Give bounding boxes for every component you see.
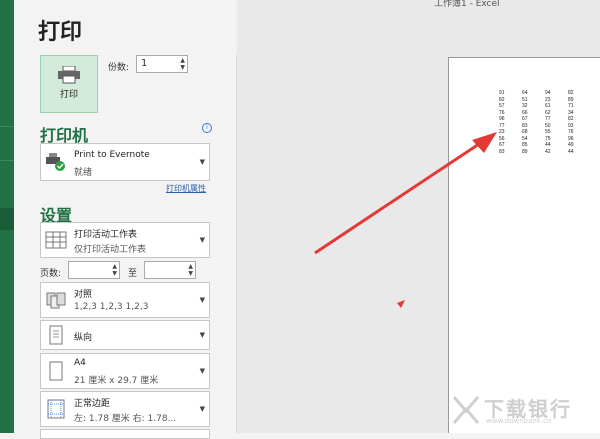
watermark-url: www.downbank.cn (486, 417, 552, 425)
printer-ready-icon (46, 153, 65, 171)
printer-dropdown[interactable]: Print to Evernote 就绪 ▼ (40, 143, 210, 181)
print-scope-dropdown[interactable]: 打印活动工作表 仅打印活动工作表 ▼ (40, 222, 210, 258)
scope-title: 打印活动工作表 (74, 230, 138, 240)
preview-page: 91 64 94 82 82 51 23 89 57 32 61 71 76 66 62 34 96 67 77 82… (448, 57, 600, 433)
scaling-dropdown[interactable] (40, 429, 210, 439)
pages-to-spinner[interactable]: ▲ ▼ (188, 263, 193, 277)
collate-subtitle: 1,2,3 1,2,3 1,2,3 (74, 302, 149, 312)
copies-label: 份数: (108, 63, 130, 73)
nav-divider (0, 126, 14, 127)
print-button[interactable]: 打印 (40, 55, 98, 113)
window-title: 工作簿1 - Excel (434, 0, 500, 9)
nav-item-print-selected[interactable] (0, 208, 14, 230)
page-title: 打印 (38, 20, 83, 45)
margins-dropdown[interactable]: 正常边距 左: 1.78 厘米 右: 1.78... ▼ (40, 391, 210, 427)
watermark: 下载银行 www.downbank.cn (452, 393, 592, 429)
margins-subtitle: 左: 1.78 厘米 右: 1.78... (74, 414, 177, 424)
scope-subtitle: 仅打印活动工作表 (74, 245, 147, 255)
copies-value: 1 (141, 58, 148, 69)
printer-properties-link[interactable]: 打印机属性 (166, 183, 206, 194)
pages-from-input[interactable]: ▲ ▼ (68, 261, 120, 279)
preview-cell: 42 (545, 148, 551, 155)
chevron-down-icon: ▼ (199, 236, 205, 244)
chevron-down-icon: ▼ (199, 331, 205, 339)
watermark-logo-icon (452, 396, 480, 424)
chevron-down-icon: ▼ (199, 296, 205, 304)
orientation-dropdown[interactable]: 纵向 ▼ (40, 320, 210, 350)
margins-icon (47, 399, 65, 419)
pages-label: 页数: (40, 269, 62, 279)
chevron-down-icon: ▼ (199, 158, 205, 166)
nav-divider (0, 160, 14, 161)
portrait-icon (49, 325, 63, 345)
preview-cell: 44 (568, 148, 574, 155)
paper-subtitle: 21 厘米 x 29.7 厘米 (74, 376, 159, 386)
collate-title: 对照 (74, 290, 93, 300)
printer-icon (58, 66, 80, 84)
margins-title: 正常边距 (74, 399, 111, 409)
paper-title: A4 (74, 358, 86, 368)
sheet-icon (45, 231, 67, 249)
chevron-down-icon: ▼ (199, 367, 205, 375)
orientation-title: 纵向 (74, 333, 93, 343)
collate-dropdown[interactable]: 对照 1,2,3 1,2,3 1,2,3 ▼ (40, 282, 210, 318)
copies-input[interactable]: 1 ▲ ▼ (136, 55, 188, 73)
preview-cell: 89 (522, 148, 528, 155)
collate-icon (46, 292, 66, 309)
chevron-down-icon: ▼ (199, 405, 205, 413)
copies-spinner[interactable]: ▲ ▼ (180, 57, 185, 71)
preview-cell-grid: 91 64 94 82 82 51 23 89 57 32 61 71 76 66 62 34 96 67 77 82… (499, 90, 591, 155)
pages-to-input[interactable]: ▲ ▼ (144, 261, 196, 279)
info-icon[interactable]: i (202, 123, 212, 133)
pages-to-label: 至 (128, 269, 138, 279)
printer-name: Print to Evernote (74, 150, 150, 160)
print-button-label: 打印 (59, 90, 78, 100)
paper-icon (49, 361, 63, 381)
preview-row: 83 89 42 44 (499, 149, 591, 156)
pages-from-spinner[interactable]: ▲ ▼ (112, 263, 117, 277)
printer-status: 就绪 (74, 168, 93, 178)
preview-cell: 83 (499, 148, 505, 155)
backstage-nav (0, 0, 14, 433)
paper-size-dropdown[interactable]: A4 21 厘米 x 29.7 厘米 ▼ (40, 353, 210, 389)
